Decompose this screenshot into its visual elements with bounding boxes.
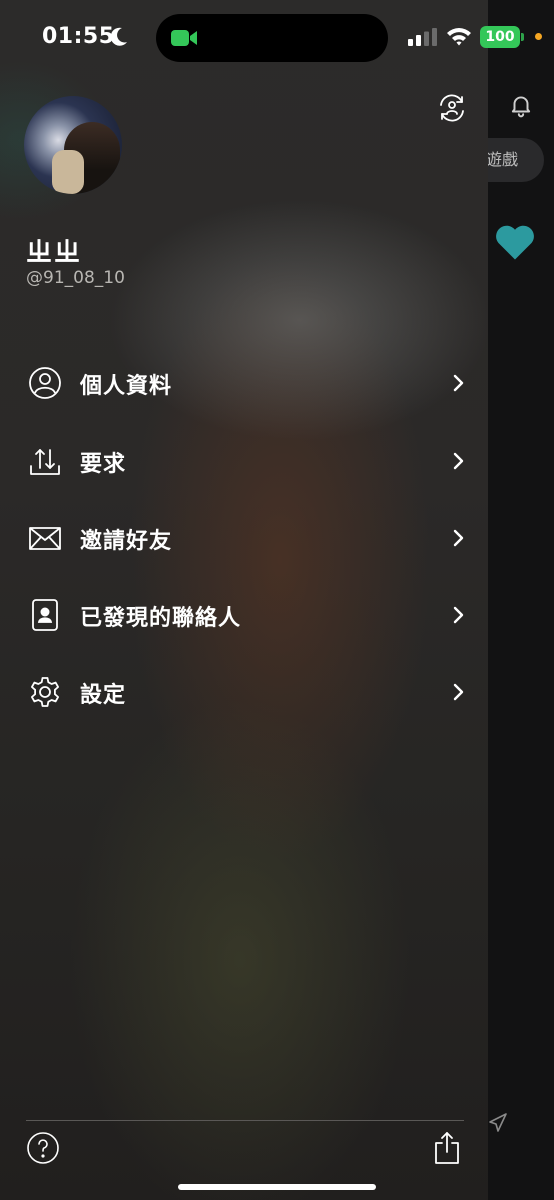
status-bar: 01:55 100 bbox=[0, 0, 554, 76]
send-icon[interactable] bbox=[488, 1110, 510, 1136]
heart-icon[interactable] bbox=[494, 222, 536, 262]
bell-icon[interactable] bbox=[508, 92, 534, 118]
menu-item-label: 要求 bbox=[80, 452, 127, 477]
chevron-right-icon bbox=[453, 683, 464, 701]
avatar-photo-coat bbox=[52, 150, 84, 194]
moon-icon bbox=[110, 27, 127, 46]
signal-icon bbox=[408, 28, 437, 46]
mail-icon bbox=[29, 527, 61, 550]
background-app: 遊戲 bbox=[488, 0, 554, 1200]
side-drawer: ㄓㄓ @91_08_10 個人資料 要求 邀請好友 已發現的聯絡人 設定 bbox=[0, 0, 488, 1200]
games-filter-pill[interactable]: 遊戲 bbox=[488, 138, 544, 182]
battery-icon: 100 bbox=[480, 26, 520, 48]
share-icon[interactable] bbox=[432, 1130, 462, 1166]
facetime-icon bbox=[171, 30, 197, 46]
display-name: ㄓㄓ bbox=[26, 238, 83, 268]
chevron-right-icon bbox=[453, 529, 464, 547]
avatar[interactable] bbox=[24, 96, 122, 194]
menu-item-label: 設定 bbox=[80, 683, 127, 708]
gear-icon bbox=[31, 677, 59, 707]
menu-item-settings[interactable]: 設定 bbox=[0, 655, 488, 725]
menu-item-label: 個人資料 bbox=[80, 374, 173, 399]
dynamic-island[interactable] bbox=[156, 14, 388, 62]
status-time: 01:55 bbox=[42, 24, 115, 49]
switch-account-icon[interactable] bbox=[436, 92, 468, 124]
home-indicator[interactable] bbox=[178, 1184, 376, 1190]
mic-indicator-dot bbox=[535, 33, 542, 40]
menu-item-profile[interactable]: 個人資料 bbox=[0, 346, 488, 416]
chevron-right-icon bbox=[453, 452, 464, 470]
menu-item-discovered-contacts[interactable]: 已發現的聯絡人 bbox=[0, 578, 488, 648]
username: @91_08_10 bbox=[26, 268, 125, 288]
chevron-right-icon bbox=[453, 374, 464, 392]
menu-item-invite-friends[interactable]: 邀請好友 bbox=[0, 501, 488, 571]
help-icon[interactable] bbox=[26, 1131, 60, 1165]
menu-item-label: 已發現的聯絡人 bbox=[80, 606, 242, 631]
person-icon bbox=[29, 367, 61, 399]
battery-cap bbox=[521, 33, 524, 41]
footer-divider bbox=[26, 1120, 464, 1121]
contact-card-icon bbox=[32, 599, 58, 631]
menu-item-label: 邀請好友 bbox=[80, 529, 173, 554]
upload-download-icon bbox=[30, 449, 60, 475]
menu-item-requests[interactable]: 要求 bbox=[0, 424, 488, 494]
wifi-icon bbox=[447, 28, 471, 46]
chevron-right-icon bbox=[453, 606, 464, 624]
